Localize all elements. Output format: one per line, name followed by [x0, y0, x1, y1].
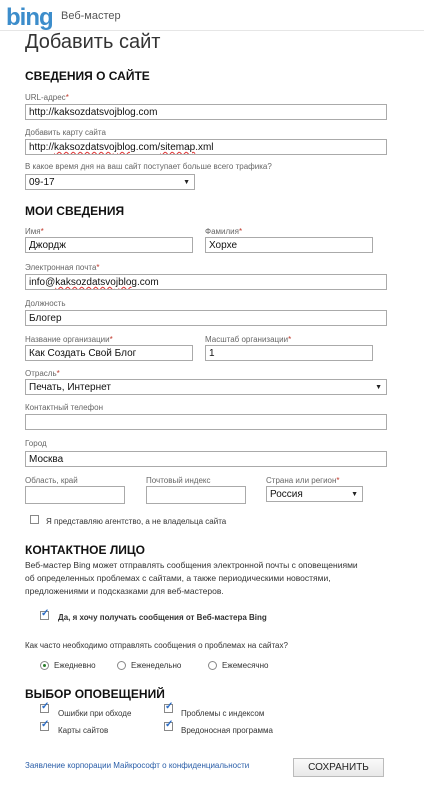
sitemap-input[interactable]: http://kaksozdatsvojblog.com/sitemap.xml: [25, 139, 387, 155]
traffic-label: В какое время дня на ваш сайт поступает …: [25, 162, 272, 171]
freq-weekly-radio[interactable]: [117, 661, 126, 670]
agency-checkbox[interactable]: [30, 515, 39, 524]
sitemaps-label: Карты сайтов: [58, 726, 109, 735]
last-name-label: Фамилия*: [205, 227, 243, 236]
optin-label: Да, я хочу получать сообщения от Веб-мас…: [58, 613, 267, 622]
chevron-down-icon: ▼: [351, 491, 358, 498]
scale-input[interactable]: 1: [205, 345, 373, 361]
country-label: Страна или регион*: [266, 476, 340, 485]
index-problems-label: Проблемы с индексом: [181, 709, 265, 718]
frequency-question: Как часто необходимо отправлять сообщени…: [25, 641, 288, 650]
scale-label: Масштаб организации*: [205, 335, 292, 344]
email-input[interactable]: info@kaksozdatsvojblog.com: [25, 274, 387, 290]
crawl-errors-checkbox[interactable]: [40, 701, 49, 713]
bing-logo[interactable]: bing: [6, 4, 54, 32]
url-input[interactable]: http://kaksozdatsvojblog.com: [25, 104, 387, 120]
optin-checkbox[interactable]: [40, 608, 49, 620]
freq-monthly-label: Ежемесячно: [222, 661, 269, 670]
page-title: Добавить сайт: [25, 31, 161, 53]
sitemap-label: Добавить карту сайта: [25, 128, 106, 137]
app-title: Веб-мастер: [61, 10, 121, 22]
chevron-down-icon: ▼: [375, 384, 382, 391]
url-label: URL-адрес*: [25, 93, 69, 102]
contact-paragraph-3: предложениями и подсказками для веб-маст…: [25, 586, 224, 596]
sitemaps-checkbox[interactable]: [40, 719, 49, 731]
region-label: Область, край: [25, 476, 78, 485]
contact-paragraph-2: об определенных проблемах с сайтами, а т…: [25, 573, 331, 583]
phone-label: Контактный телефон: [25, 403, 103, 412]
position-input[interactable]: Блогер: [25, 310, 387, 326]
region-input[interactable]: [25, 486, 125, 504]
org-label: Название организации*: [25, 335, 113, 344]
city-input[interactable]: Москва: [25, 451, 387, 467]
alerts-section-title: ВЫБОР ОПОВЕЩЕНИЙ: [25, 687, 165, 701]
first-name-label: Имя*: [25, 227, 44, 236]
zip-label: Почтовый индекс: [146, 476, 211, 485]
my-section-title: МОИ СВЕДЕНИЯ: [25, 204, 125, 218]
first-name-input[interactable]: Джордж: [25, 237, 193, 253]
email-label: Электронная почта*: [25, 263, 100, 272]
zip-input[interactable]: [146, 486, 246, 504]
agency-label: Я представляю агентство, а не владельца …: [46, 517, 227, 526]
malware-label: Вредоносная программа: [181, 726, 273, 735]
position-label: Должность: [25, 299, 66, 308]
freq-daily-radio[interactable]: [40, 661, 49, 670]
city-label: Город: [25, 439, 47, 448]
contact-paragraph-1: Веб-мастер Bing может отправлять сообщен…: [25, 560, 358, 570]
crawl-errors-label: Ошибки при обходе: [58, 709, 132, 718]
phone-input[interactable]: [25, 414, 387, 430]
industry-label: Отрасль*: [25, 369, 60, 378]
site-section-title: СВЕДЕНИЯ О САЙТЕ: [25, 69, 150, 83]
save-button[interactable]: СОХРАНИТЬ: [293, 758, 384, 777]
contact-section-title: КОНТАКТНОЕ ЛИЦО: [25, 543, 145, 557]
org-input[interactable]: Как Создать Свой Блог: [25, 345, 193, 361]
industry-select[interactable]: Печать, Интернет ▼: [25, 379, 387, 395]
freq-daily-label: Ежедневно: [54, 661, 96, 670]
privacy-link[interactable]: Заявление корпорации Майкрософт о конфид…: [25, 761, 249, 770]
freq-weekly-label: Еженедельно: [131, 661, 182, 670]
last-name-input[interactable]: Хорхе: [205, 237, 373, 253]
country-select[interactable]: Россия ▼: [266, 486, 363, 502]
traffic-select[interactable]: 09-17 ▼: [25, 174, 195, 190]
chevron-down-icon: ▼: [183, 179, 190, 186]
index-problems-checkbox[interactable]: [164, 701, 173, 713]
freq-monthly-radio[interactable]: [208, 661, 217, 670]
malware-checkbox[interactable]: [164, 719, 173, 731]
